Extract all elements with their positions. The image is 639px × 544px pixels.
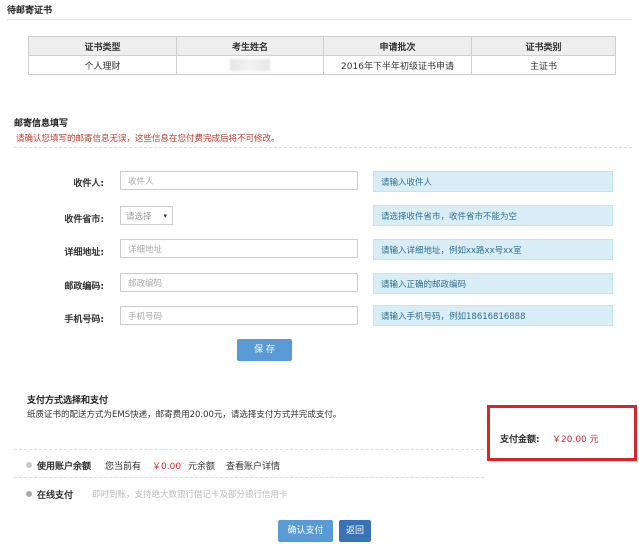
table-header-row: 证书类型 考生姓名 申请批次 证书类别 [28,36,616,56]
column-header: 申请批次 [323,36,472,56]
postcode-tip: 请输入正确的邮政编码 [373,273,613,294]
account-details-link[interactable]: 查看账户详情 [226,459,280,472]
table-row: 个人理财 2016年下半年初级证书申请 主证书 [28,55,616,75]
province-label: 收件省市: [64,215,104,225]
payment-desc: 纸质证书的配送方式为EMS快递，邮寄费用20.00元，请选择支付方式并完成支付。 [27,410,342,420]
divider [14,147,632,148]
cell-batch: 2016年下半年初级证书申请 [323,55,472,75]
divider [14,449,484,450]
balance-value: ￥0.00 [152,462,182,472]
recipient-tip: 请输入收件人 [373,171,613,192]
province-tip: 请选择收件省市，收件省市不能为空 [373,205,613,226]
phone-tip: 请输入手机号码，例如18616816888 [373,305,613,326]
postcode-input[interactable]: 邮政编码 [120,273,358,292]
phone-label: 手机号码: [64,315,104,325]
save-button[interactable]: 保 存 [237,339,292,361]
province-select-value: 请选择 [126,211,152,222]
recipient-input[interactable]: 收件人 [120,171,358,190]
payment-amount-box: 支付金额: ￥20.00 元 [487,405,637,461]
amount-value: ￥20.00 元 [552,435,599,445]
balance-prefix: 您当前有 [105,462,142,472]
cell-name [176,55,324,75]
redacted-name [230,59,270,71]
divider [14,477,484,478]
address-label: 详细地址: [64,248,104,258]
province-select[interactable]: 请选择 ▾ [120,206,173,225]
column-header: 考生姓名 [176,36,324,56]
divider [7,19,632,20]
online-desc: 即时到账，支持绝大数银行借记卡及部分银行信用卡 [92,490,288,500]
balance-label: 使用账户余额 [37,462,92,472]
online-radio[interactable] [26,491,32,497]
confirm-pay-button[interactable]: 确认支付 [278,520,333,542]
online-label: 在线支付 [37,491,74,501]
mail-warning: 请确认您填写的邮寄信息无误，这些信息在您付费完成后将不可修改。 [16,134,280,144]
balance-radio[interactable] [26,462,32,468]
pending-title: 待邮寄证书 [7,6,53,16]
column-header: 证书类别 [471,36,616,56]
address-tip: 请输入详细地址，例如xx路xx号xx室 [373,239,613,260]
back-button[interactable]: 返回 [339,520,371,542]
amount-label: 支付金额: [500,435,540,445]
certificate-table: 证书类型 考生姓名 申请批次 证书类别 个人理财 2016年下半年初级证书申请 … [28,36,616,75]
recipient-label: 收件人: [73,179,104,189]
column-header: 证书类型 [28,36,177,56]
cell-type: 个人理财 [28,55,177,75]
address-input[interactable]: 详细地址 [120,239,358,258]
mail-title: 邮寄信息填写 [14,119,69,129]
payment-title: 支付方式选择和支付 [27,396,109,406]
postcode-label: 邮政编码: [64,282,104,292]
phone-input[interactable]: 手机号码 [120,306,358,325]
balance-suffix: 元余额 [188,462,216,472]
cell-category: 主证书 [471,55,616,75]
chevron-down-icon: ▾ [163,211,167,220]
